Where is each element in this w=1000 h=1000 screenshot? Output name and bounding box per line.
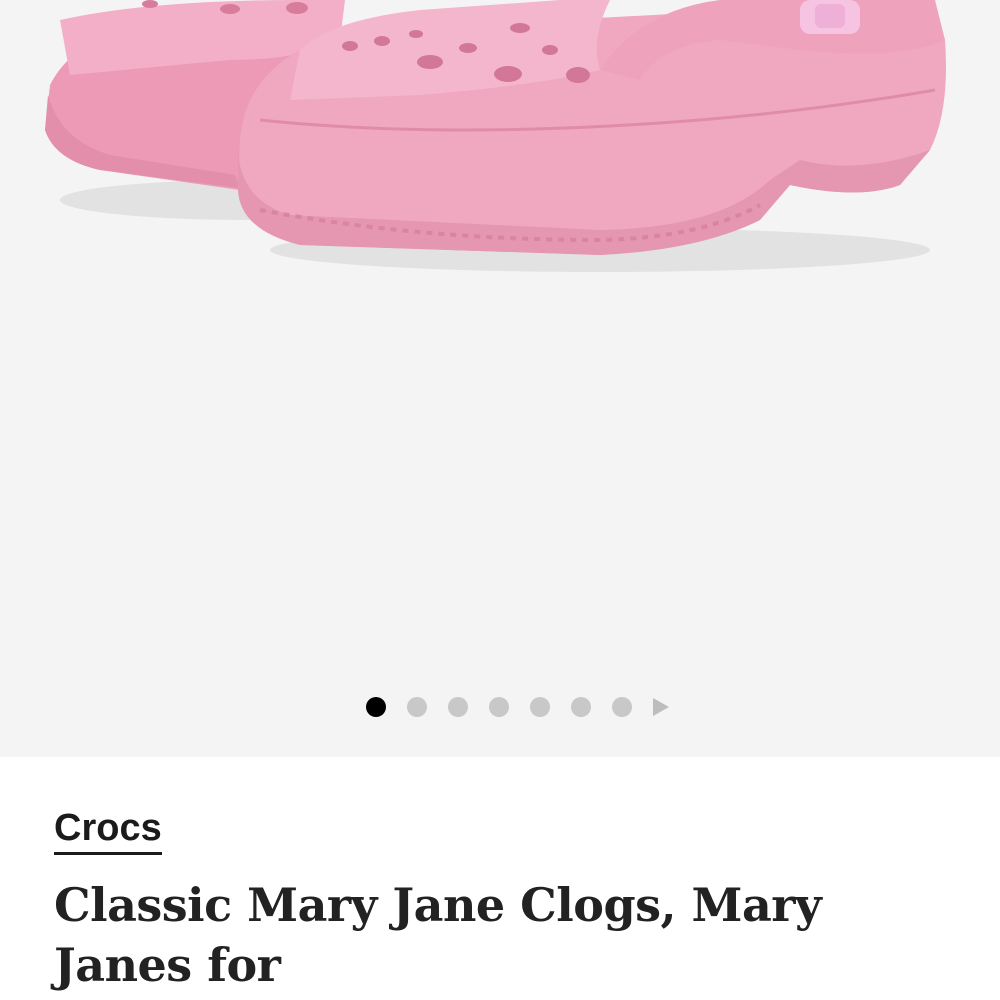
gallery-dot-6[interactable] bbox=[571, 697, 591, 717]
product-image[interactable] bbox=[0, 0, 1000, 757]
product-title: Classic Mary Jane Clogs, Mary Janes for bbox=[54, 878, 822, 992]
gallery-dot-2[interactable] bbox=[407, 697, 427, 717]
play-triangle-icon[interactable] bbox=[653, 698, 669, 716]
gallery-pagination bbox=[366, 696, 669, 718]
gallery-dot-1[interactable] bbox=[366, 697, 386, 717]
product-info: Crocs Classic Mary Jane Clogs, Mary Jane… bbox=[54, 805, 954, 995]
gallery-dot-7[interactable] bbox=[612, 697, 632, 717]
gallery-dot-3[interactable] bbox=[448, 697, 468, 717]
gallery-dot-4[interactable] bbox=[489, 697, 509, 717]
gallery-dot-5[interactable] bbox=[530, 697, 550, 717]
brand-link[interactable]: Crocs bbox=[54, 805, 162, 855]
product-image-gallery[interactable] bbox=[0, 0, 1000, 757]
right-shoe bbox=[238, 0, 946, 255]
